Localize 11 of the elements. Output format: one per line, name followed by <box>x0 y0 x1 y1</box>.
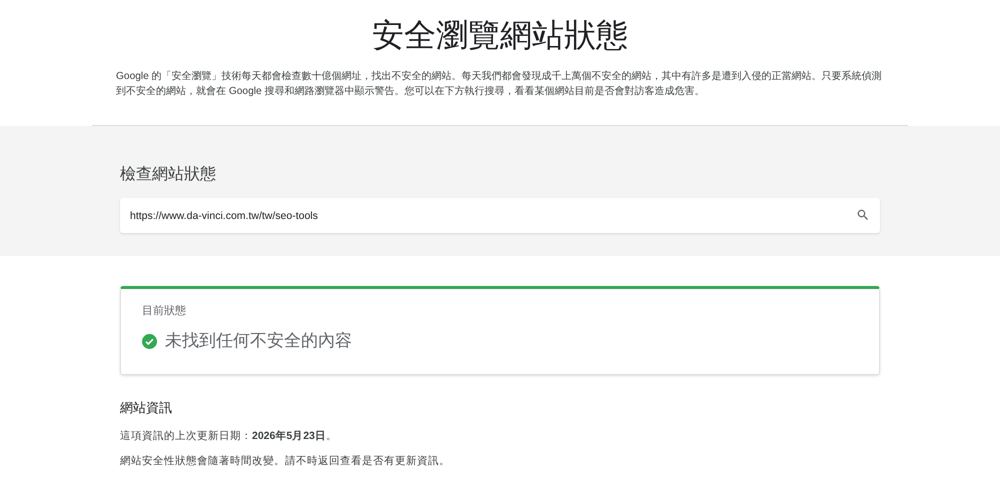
page-title: 安全瀏覽網站狀態 <box>372 16 628 55</box>
section-heading: 網站資訊 <box>120 399 173 417</box>
status-result: 未找到任何不安全的內容 <box>165 330 352 352</box>
info-text: 這項資訊的上次更新日期：2026年5月23日。 <box>120 429 338 444</box>
section-heading: 檢查網站狀態 <box>120 164 217 185</box>
search-icon[interactable] <box>856 208 870 222</box>
search-field[interactable]: https://www.da-vinci.com.tw/tw/seo-tools <box>120 198 880 233</box>
info-text: 網站安全性狀態會隨著時間改變。請不時返回查看是否有更新資訊。 <box>120 454 451 469</box>
check-circle-icon <box>142 334 157 348</box>
intro-paragraph: Google 的「安全瀏覽」技術每天都會檢查數十億個網址，找出不安全的網站。每天我們都會發現成千上萬個不安全的網站，其中有許多是遭到入侵的正當網站。只要系統偵測到不安全的網站，就會在 Google 搜尋和網路瀏覽器中顯示警告。您可以在下方執行搜尋，看看某個網站目前是否會對訪客造成危害。 <box>116 70 883 99</box>
status-label: 目前狀態 <box>142 304 187 319</box>
